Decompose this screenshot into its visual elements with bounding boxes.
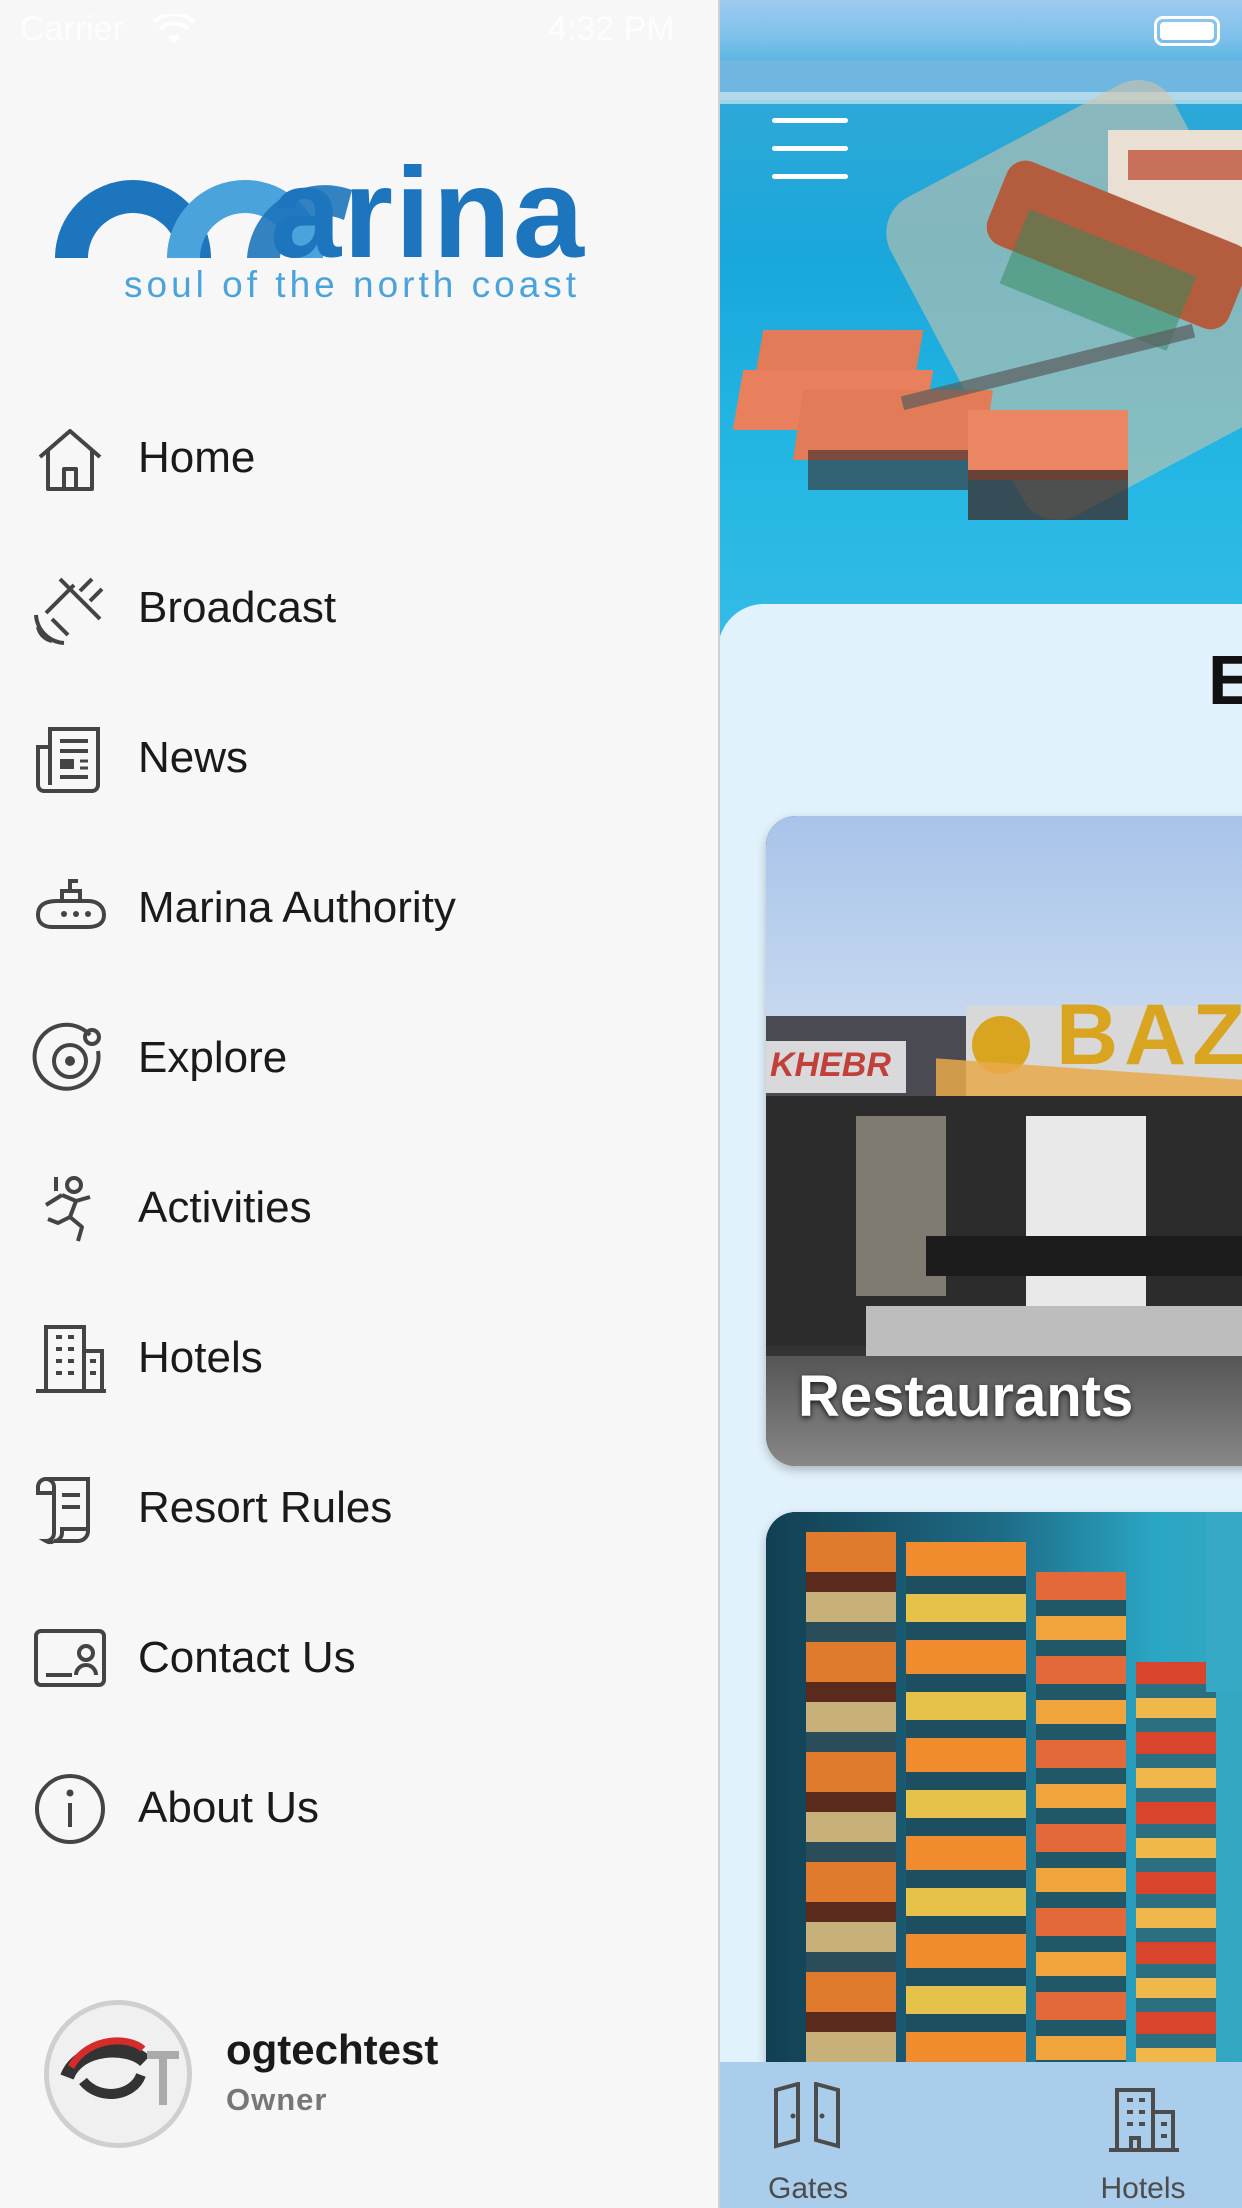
side-drawer: arina soul of the north coast Home Broad…: [0, 0, 720, 2208]
menu-item-news[interactable]: News: [0, 699, 718, 809]
menu-item-label: Marina Authority: [138, 883, 456, 932]
tab-bar: Gates Hotels: [718, 2062, 1242, 2208]
tab-label: Gates: [768, 2172, 849, 2205]
building-icon: [32, 1321, 108, 1397]
hero-image: [718, 0, 1242, 640]
wifi-icon: [152, 14, 196, 44]
menu-item-contact-us[interactable]: Contact Us: [0, 1599, 718, 1709]
menu-item-marina-authority[interactable]: Marina Authority: [0, 849, 718, 959]
menu-item-label: Resort Rules: [138, 1483, 393, 1532]
tab-gates[interactable]: Gates: [768, 2081, 849, 2206]
menu-item-resort-rules[interactable]: Resort Rules: [0, 1449, 718, 1559]
storefront-side-text: KHEBR: [770, 1046, 891, 1084]
card-label: Restaurants: [798, 1364, 1134, 1429]
status-bar: Carrier 4:32 PM: [0, 0, 1242, 60]
logo-tagline: soul of the north coast: [124, 264, 581, 305]
section-title: E: [1208, 641, 1242, 719]
menu-item-home[interactable]: Home: [0, 399, 718, 509]
target-icon: [32, 1021, 108, 1097]
satellite-dish-icon: [32, 571, 108, 647]
scroll-icon: [32, 1471, 108, 1547]
main-screen: E KHEBR BAZO Restaurants: [718, 0, 1242, 2208]
user-name: ogtechtest: [226, 2026, 439, 2073]
avatar-logo-icon: [49, 2005, 187, 2143]
menu-item-activities[interactable]: Activities: [0, 1149, 718, 1259]
user-profile[interactable]: ogtechtest Owner: [0, 1990, 718, 2160]
menu-item-hotels[interactable]: Hotels: [0, 1299, 718, 1409]
contact-card-icon: [32, 1621, 108, 1697]
menu-item-broadcast[interactable]: Broadcast: [0, 549, 718, 659]
climber-icon: [32, 1171, 108, 1247]
tab-label: Hotels: [1100, 2172, 1186, 2205]
menu-toggle-button[interactable]: [772, 118, 848, 180]
restaurants-card[interactable]: KHEBR BAZO Restaurants: [766, 816, 1242, 1466]
tab-hotels[interactable]: Hotels: [1088, 2082, 1198, 2206]
menu-item-label: Hotels: [138, 1333, 263, 1382]
menu-item-label: Contact Us: [138, 1633, 356, 1682]
menu-item-label: Home: [138, 433, 256, 482]
info-icon: [32, 1771, 108, 1847]
submarine-icon: [32, 871, 108, 947]
clock: 4:32 PM: [548, 10, 675, 48]
building-icon: [1109, 2088, 1179, 2152]
menu-item-label: Broadcast: [138, 583, 337, 632]
battery-icon: [1154, 16, 1220, 46]
menu-item-label: Explore: [138, 1033, 288, 1082]
menu-item-explore[interactable]: Explore: [0, 999, 718, 1109]
menu-item-label: About Us: [138, 1783, 319, 1832]
newspaper-icon: [32, 721, 108, 797]
user-role: Owner: [226, 2082, 328, 2117]
home-icon: [32, 421, 108, 497]
menu-item-about-us[interactable]: About Us: [0, 1749, 718, 1859]
carrier-label: Carrier: [20, 10, 124, 48]
menu-item-label: News: [138, 733, 249, 782]
menu-item-label: Activities: [138, 1183, 312, 1232]
door-icon: [774, 2081, 840, 2149]
avatar: [44, 2000, 192, 2148]
